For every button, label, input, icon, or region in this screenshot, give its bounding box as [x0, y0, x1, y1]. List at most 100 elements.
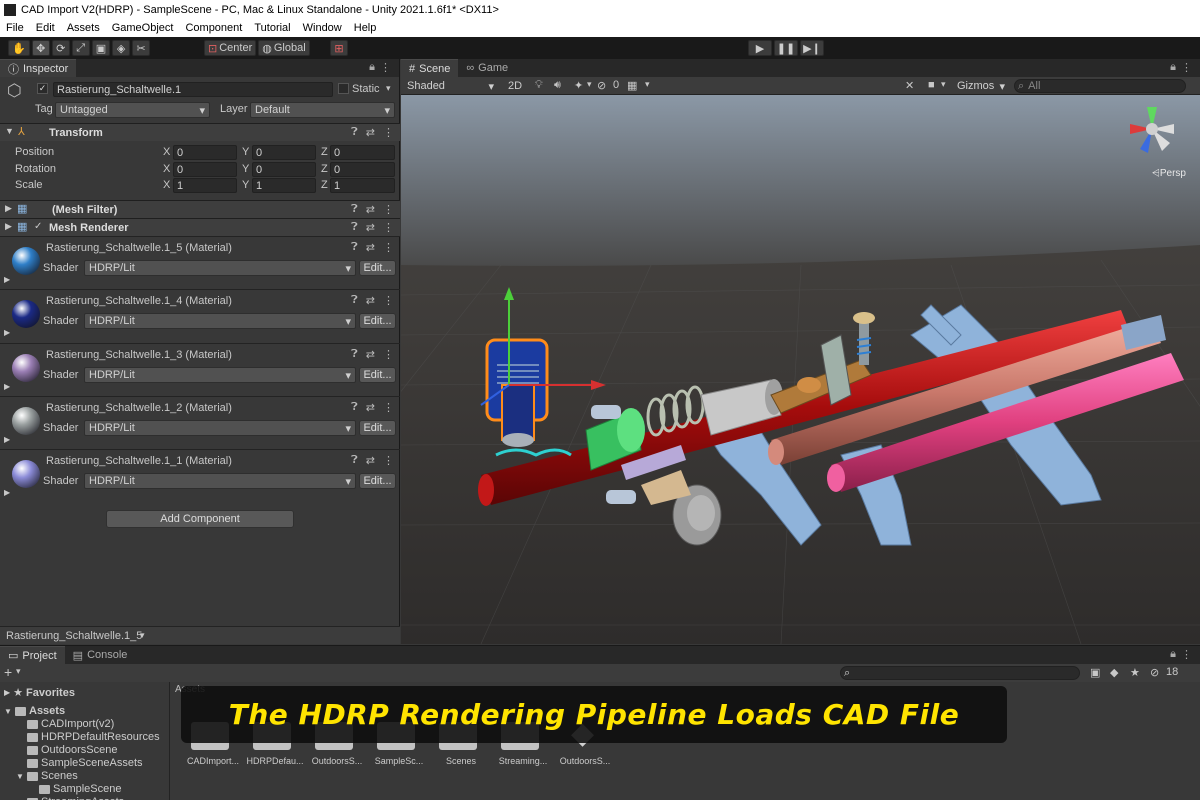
- expand-arrow-icon[interactable]: ▶: [4, 382, 10, 391]
- material-preview-sphere[interactable]: [12, 300, 40, 328]
- help-icon[interactable]: ❓︎: [351, 294, 358, 307]
- edit-shader-button[interactable]: Edit...: [359, 420, 396, 436]
- more-menu-icon[interactable]: ⋮: [1181, 648, 1192, 661]
- transform-tool-icon[interactable]: ◈: [112, 40, 131, 56]
- menu-gameobject[interactable]: GameObject: [110, 22, 176, 34]
- rotation-y-field[interactable]: 0: [252, 162, 316, 177]
- chevron-down-icon[interactable]: ▾: [587, 79, 592, 90]
- material-entry[interactable]: ▶ Rastierung_Schaltwelle.1_1 (Material) ❓︎…: [0, 449, 400, 501]
- rotate-tool-icon[interactable]: ⟳: [51, 40, 70, 56]
- material-preview-sphere[interactable]: [12, 354, 40, 382]
- position-x-field[interactable]: 0: [173, 145, 237, 160]
- shading-mode-dropdown[interactable]: Shaded ▾: [403, 78, 498, 94]
- component-menu-icon[interactable]: ⋮: [383, 454, 394, 467]
- tab-game[interactable]: ∞ Game: [458, 59, 517, 77]
- mesh-renderer-enabled-checkbox[interactable]: ✓: [34, 221, 42, 232]
- tab-scene[interactable]: # Scene: [401, 59, 459, 77]
- edit-shader-button[interactable]: Edit...: [359, 473, 396, 489]
- rect-tool-icon[interactable]: ▣: [91, 40, 111, 56]
- gizmos-dropdown[interactable]: Gizmos ▾: [953, 78, 1009, 94]
- component-menu-icon[interactable]: ⋮: [383, 401, 394, 414]
- project-search-input[interactable]: ⌕: [840, 666, 1080, 680]
- expand-arrow-icon[interactable]: ▶: [4, 488, 10, 497]
- chevron-down-icon[interactable]: ▾: [645, 79, 650, 90]
- tree-folder-item[interactable]: HDRPDefaultResources: [16, 731, 160, 743]
- scale-z-field[interactable]: 1: [330, 178, 395, 193]
- tag-dropdown[interactable]: Untagged ▾: [55, 102, 210, 118]
- hidden-packages-icon[interactable]: ⊘: [1150, 666, 1159, 679]
- tree-folder-item[interactable]: CADImport(v2): [16, 718, 114, 730]
- static-checkbox[interactable]: [338, 83, 349, 94]
- help-icon[interactable]: ❓︎: [351, 241, 358, 254]
- tree-folder-item[interactable]: StreamingAssets: [16, 796, 124, 800]
- hidden-objects-icon[interactable]: ⊘: [597, 79, 606, 92]
- help-icon[interactable]: ❓︎: [351, 126, 358, 139]
- audio-toggle-icon[interactable]: 🔊︎: [554, 79, 561, 92]
- preset-icon[interactable]: ⇄: [366, 241, 375, 254]
- chevron-down-icon[interactable]: ▾: [941, 79, 946, 90]
- component-menu-icon[interactable]: ⋮: [383, 203, 394, 216]
- preset-icon[interactable]: ⇄: [366, 454, 375, 467]
- perspective-label[interactable]: ⩤Persp: [1152, 168, 1186, 179]
- tab-inspector[interactable]: ⓘ Inspector: [0, 59, 77, 77]
- scale-x-field[interactable]: 1: [173, 178, 237, 193]
- component-menu-icon[interactable]: ⋮: [383, 221, 394, 234]
- preset-icon[interactable]: ⇄: [366, 126, 375, 139]
- toggle-2d-button[interactable]: 2D: [505, 78, 526, 94]
- edit-shader-button[interactable]: Edit...: [359, 260, 396, 276]
- preset-icon[interactable]: ⇄: [366, 401, 375, 414]
- grid-snap-icon[interactable]: ⊞: [330, 40, 348, 56]
- expand-arrow-icon[interactable]: ▶: [4, 328, 10, 337]
- menu-edit[interactable]: Edit: [34, 22, 57, 34]
- hand-tool-icon[interactable]: ✋: [8, 40, 30, 56]
- more-menu-icon[interactable]: ⋮: [380, 61, 391, 74]
- tab-project[interactable]: ▭ Project: [0, 646, 65, 664]
- help-icon[interactable]: ❓︎: [351, 203, 358, 216]
- search-by-label-icon[interactable]: ◆: [1110, 666, 1118, 679]
- object-name-field[interactable]: Rastierung_Schaltwelle.1: [53, 82, 333, 97]
- expand-arrow-icon[interactable]: ▶: [4, 435, 10, 444]
- help-icon[interactable]: ❓︎: [351, 221, 358, 234]
- rotation-x-field[interactable]: 0: [173, 162, 237, 177]
- create-plus-icon[interactable]: +: [4, 664, 12, 680]
- shader-dropdown[interactable]: HDRP/Lit ▾: [84, 473, 356, 489]
- tools-icon[interactable]: ✕: [905, 79, 914, 92]
- scene-search-input[interactable]: ⌕ All: [1014, 79, 1186, 93]
- mesh-renderer-header[interactable]: ▶ ▦ ✓ Mesh Renderer ❓︎ ⇄ ⋮: [0, 218, 400, 236]
- material-preview-sphere[interactable]: [12, 407, 40, 435]
- preset-icon[interactable]: ⇄: [366, 203, 375, 216]
- transform-header[interactable]: ▼ ⅄ Transform ❓︎ ⇄ ⋮: [0, 123, 400, 141]
- effects-toggle-icon[interactable]: ✦: [574, 79, 583, 92]
- material-entry[interactable]: ▶ Rastierung_Schaltwelle.1_3 (Material) ❓︎…: [0, 343, 400, 395]
- global-space-button[interactable]: ◍ Global: [258, 40, 310, 56]
- component-menu-icon[interactable]: ⋮: [383, 294, 394, 307]
- menu-help[interactable]: Help: [352, 22, 379, 34]
- favorites-item[interactable]: ▶ ★ Favorites: [4, 686, 75, 700]
- camera-icon[interactable]: ■: [928, 79, 935, 91]
- menu-window[interactable]: Window: [301, 22, 344, 34]
- orientation-gizmo[interactable]: [1122, 99, 1182, 159]
- help-icon[interactable]: ❓︎: [351, 454, 358, 467]
- material-entry[interactable]: ▶ Rastierung_Schaltwelle.1_2 (Material) ❓︎…: [0, 396, 400, 448]
- menu-file[interactable]: File: [4, 22, 26, 34]
- tree-folder-item[interactable]: SampleSceneAssets: [16, 757, 143, 769]
- tab-console[interactable]: ▤ Console: [64, 646, 136, 664]
- material-preview-sphere[interactable]: [12, 460, 40, 488]
- tree-folder-item[interactable]: ▼ Assets: [4, 705, 65, 717]
- material-entry[interactable]: ▶ Rastierung_Schaltwelle.1_5 (Material) ❓︎…: [0, 236, 400, 288]
- selection-preview-label[interactable]: Rastierung_Schaltwelle.1_5: [6, 630, 142, 642]
- chevron-down-icon[interactable]: ▾: [140, 630, 145, 641]
- component-menu-icon[interactable]: ⋮: [383, 241, 394, 254]
- shader-dropdown[interactable]: HDRP/Lit ▾: [84, 420, 356, 436]
- search-by-type-icon[interactable]: ▣: [1090, 666, 1100, 679]
- scale-tool-icon[interactable]: ⤢: [71, 40, 90, 56]
- shader-dropdown[interactable]: HDRP/Lit ▾: [84, 313, 356, 329]
- help-icon[interactable]: ❓︎: [351, 401, 358, 414]
- chevron-down-icon[interactable]: ▾: [16, 666, 21, 677]
- scene-viewport[interactable]: ⩤Persp: [401, 95, 1200, 644]
- tree-folder-item[interactable]: OutdoorsScene: [16, 744, 117, 756]
- preset-icon[interactable]: ⇄: [366, 348, 375, 361]
- tree-folder-item[interactable]: ▼ Scenes: [16, 770, 78, 782]
- more-menu-icon[interactable]: ⋮: [1181, 61, 1192, 74]
- shader-dropdown[interactable]: HDRP/Lit ▾: [84, 367, 356, 383]
